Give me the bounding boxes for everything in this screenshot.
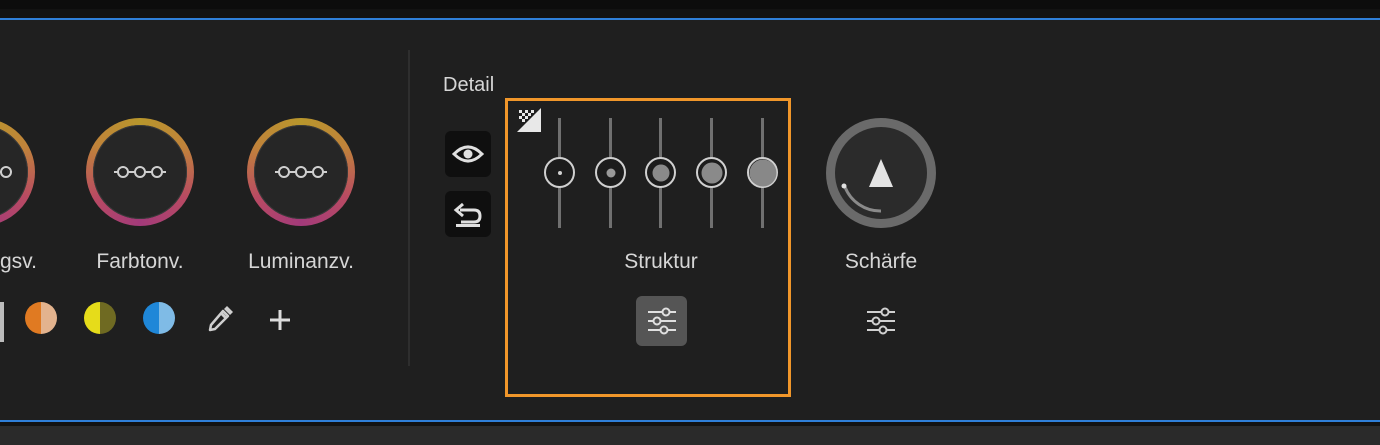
swatch-left [25,302,41,334]
sliders-icon [866,307,895,335]
wheel-dot [117,166,130,178]
swatch-right [100,302,116,334]
plus-icon [270,310,290,330]
eyedropper-icon[interactable] [203,302,237,336]
wheel-inner [93,125,187,219]
hue-wheel-label: Farbtonv. [96,250,184,273]
add-color-button[interactable] [266,306,294,334]
hue-wheel[interactable] [86,118,194,226]
swatch-right [159,302,175,334]
eye-icon [452,145,484,163]
wheel-dot [295,166,308,178]
wheel-dot [0,166,12,178]
schaerfe-label: Schärfe [844,250,918,273]
wheel-dot [151,166,164,178]
luminance-wheel[interactable] [247,118,355,226]
wheel-inner [254,125,348,219]
luminance-wheel-label: Luminanzv. [248,250,354,273]
swatch-orange[interactable] [25,302,57,334]
swatch-blue[interactable] [143,302,175,334]
bottom-strip [0,426,1380,445]
swatch-left [143,302,159,334]
view-toggle-button[interactable] [445,131,491,177]
schaerfe-settings-button[interactable] [855,296,906,346]
wheel-dot [134,166,147,178]
swatch-yellow[interactable] [84,302,116,334]
section-divider [408,50,410,366]
detail-title: Detail [443,74,495,96]
wheel-dot [312,166,325,178]
saturation-wheel-label: gsv. [0,250,37,273]
saturation-wheel[interactable] [0,118,35,226]
swatch-left [84,302,100,334]
dial-inner [835,127,927,219]
effects-panel: gsv. Farbtonv. Luminanzv. Detail Struktu… [0,18,1380,422]
sharpness-dial[interactable] [826,118,936,228]
swatch-fragment [0,302,4,342]
wheel-inner [0,125,28,219]
struktur-highlight-frame [505,98,791,397]
undo-icon [453,202,482,227]
swatch-right [41,302,57,334]
top-strip [0,0,1380,9]
reset-button[interactable] [445,191,491,237]
wheel-dot [278,166,291,178]
dial-pointer-icon [841,159,893,213]
